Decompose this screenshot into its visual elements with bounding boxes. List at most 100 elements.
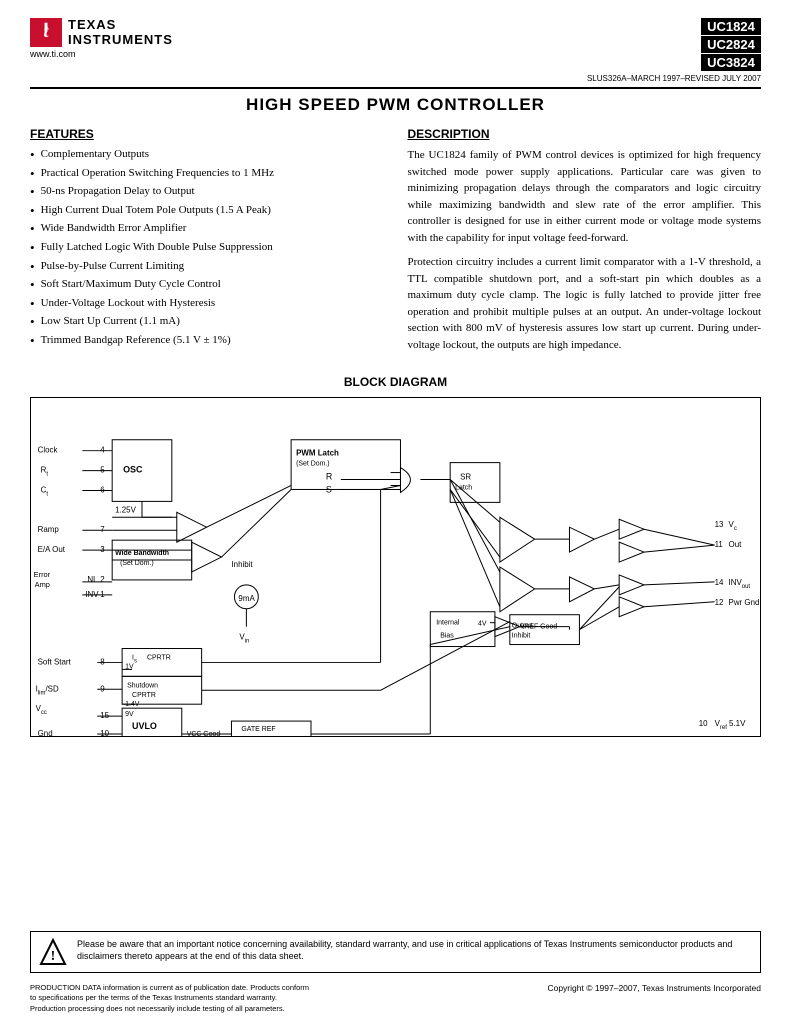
two-col-section: FEATURES Complementary Outputs Practical… <box>30 127 761 361</box>
description-p1: The UC1824 family of PWM control devices… <box>408 147 762 246</box>
svg-text:R: R <box>326 472 333 482</box>
svg-text:(Set Dom.): (Set Dom.) <box>296 461 330 468</box>
svg-text:9mA: 9mA <box>238 594 255 603</box>
header-divider <box>30 87 761 89</box>
svg-text:OSC: OSC <box>123 465 143 475</box>
svg-text:6: 6 <box>100 485 105 494</box>
svg-text:Soft Start: Soft Start <box>38 657 72 666</box>
block-diagram-section: BLOCK DIAGRAM Clock 4 Rt 5 Ct 6 OSC <box>30 375 761 921</box>
svg-text:10: 10 <box>100 729 109 736</box>
svg-text:Ramp: Ramp <box>38 525 60 534</box>
svg-text:NI: NI <box>87 575 95 584</box>
svg-text:9V: 9V <box>125 711 134 718</box>
block-diagram-title: BLOCK DIAGRAM <box>30 375 761 389</box>
svg-text:Pwr Gnd: Pwr Gnd <box>729 598 760 607</box>
svg-text:INVout: INVout <box>729 578 751 590</box>
svg-text:15: 15 <box>100 711 109 720</box>
diagram-container: Clock 4 Rt 5 Ct 6 OSC 1.25V <box>30 397 761 737</box>
svg-text:PWM Latch: PWM Latch <box>296 449 339 458</box>
svg-text:Shutdown: Shutdown <box>127 682 158 689</box>
ti-text: TEXAS INSTRUMENTS <box>68 18 173 47</box>
part-numbers: UC1824 UC2824 UC3824 SLUS326A–MARCH 1997… <box>587 18 761 83</box>
svg-text:(Set Dom.): (Set Dom.) <box>120 560 154 567</box>
svg-text:Out: Out <box>729 540 743 549</box>
svg-text:3: 3 <box>100 545 105 554</box>
part-number-2: UC2824 <box>701 36 761 53</box>
footer-warning: ! Please be aware that an important noti… <box>30 931 761 973</box>
feature-item: Pulse-by-Pulse Current Limiting <box>30 259 384 275</box>
block-diagram-svg: Clock 4 Rt 5 Ct 6 OSC 1.25V <box>31 398 760 736</box>
svg-text:CPRTR: CPRTR <box>147 654 171 661</box>
warning-icon: ! <box>39 938 67 966</box>
svg-text:Inhibit: Inhibit <box>231 560 253 569</box>
svg-text:14: 14 <box>715 578 724 587</box>
ti-logo: t i TEXAS INSTRUMENTS www.ti.com <box>30 18 173 59</box>
svg-text:INV: INV <box>85 590 99 599</box>
description-title: DESCRIPTION <box>408 127 762 141</box>
feature-item: Trimmed Bandgap Reference (5.1 V ± 1%) <box>30 333 384 349</box>
feature-item: High Current Dual Totem Pole Outputs (1.… <box>30 203 384 219</box>
warning-text: Please be aware that an important notice… <box>77 938 752 963</box>
description-p2: Protection circuitry includes a current … <box>408 254 762 353</box>
svg-text:1: 1 <box>100 590 105 599</box>
svg-text:11: 11 <box>715 540 724 549</box>
svg-text:Clock: Clock <box>38 446 58 455</box>
feature-item: Wide Bandwidth Error Amplifier <box>30 221 384 237</box>
ti-badge: t i <box>30 18 62 47</box>
svg-text:7: 7 <box>100 525 105 534</box>
features-title: FEATURES <box>30 127 384 141</box>
feature-item: Practical Operation Switching Frequencie… <box>30 166 384 182</box>
feature-item: 50-ns Propagation Delay to Output <box>30 184 384 200</box>
header: t i TEXAS INSTRUMENTS www.ti.com UC1824 … <box>30 18 761 83</box>
svg-text:Ct: Ct <box>41 485 49 497</box>
svg-text:E/A Out: E/A Out <box>38 545 66 554</box>
svg-text:12: 12 <box>715 598 724 607</box>
svg-text:4: 4 <box>100 446 105 455</box>
svg-text:5: 5 <box>100 466 105 475</box>
svg-text:UVLO: UVLO <box>132 721 157 731</box>
main-title: HIGH SPEED PWM CONTROLLER <box>30 95 761 115</box>
feature-item: Complementary Outputs <box>30 147 384 163</box>
svg-text:Vin: Vin <box>239 633 249 645</box>
svg-text:13: 13 <box>715 520 724 529</box>
part-number-1: UC1824 <box>701 18 761 35</box>
svg-text:9: 9 <box>100 684 105 693</box>
svg-text:8: 8 <box>100 657 105 666</box>
features-list: Complementary Outputs Practical Operatio… <box>30 147 384 349</box>
footer-bottom: PRODUCTION DATA information is current a… <box>30 983 761 1015</box>
part-number-3: UC3824 <box>701 54 761 71</box>
description-column: DESCRIPTION The UC1824 family of PWM con… <box>408 127 762 361</box>
svg-text:4V: 4V <box>478 621 487 628</box>
svg-text:Vc: Vc <box>729 520 737 532</box>
feature-item: Soft Start/Maximum Duty Cycle Control <box>30 277 384 293</box>
svg-text:Internal: Internal <box>436 620 460 627</box>
svg-text:Ilim/SD: Ilim/SD <box>36 684 59 696</box>
svg-text:GATE REF: GATE REF <box>241 726 275 733</box>
svg-text:Error: Error <box>34 570 51 579</box>
svg-text:2: 2 <box>100 575 105 584</box>
svg-text:Bias: Bias <box>440 633 454 640</box>
svg-text:!: ! <box>51 949 56 964</box>
svg-text:Vcc: Vcc <box>36 704 47 716</box>
svg-text:S: S <box>326 484 332 494</box>
ti-website: www.ti.com <box>30 49 76 59</box>
doc-info: SLUS326A–MARCH 1997–REVISED JULY 2007 <box>587 74 761 83</box>
production-text: PRODUCTION DATA information is current a… <box>30 983 310 1015</box>
svg-text:Rt: Rt <box>41 466 49 478</box>
svg-text:Inhibit: Inhibit <box>512 633 531 640</box>
svg-text:VCC Good: VCC Good <box>187 731 221 736</box>
svg-text:Wide Bandwidth: Wide Bandwidth <box>115 550 169 557</box>
features-column: FEATURES Complementary Outputs Practical… <box>30 127 384 361</box>
page: t i TEXAS INSTRUMENTS www.ti.com UC1824 … <box>0 0 791 1024</box>
svg-text:Gnd: Gnd <box>38 729 53 736</box>
feature-item: Low Start Up Current (1.1 mA) <box>30 314 384 330</box>
svg-text:1.25V: 1.25V <box>115 505 136 514</box>
svg-text:Amp: Amp <box>35 580 50 589</box>
feature-item: Under-Voltage Lockout with Hysteresis <box>30 296 384 312</box>
feature-item: Fully Latched Logic With Double Pulse Su… <box>30 240 384 256</box>
svg-text:CPRTR: CPRTR <box>132 692 156 699</box>
svg-text:i: i <box>45 23 48 34</box>
svg-text:10: 10 <box>699 719 708 728</box>
svg-text:SR: SR <box>460 473 471 482</box>
copyright-text: Copyright © 1997–2007, Texas Instruments… <box>547 983 761 993</box>
